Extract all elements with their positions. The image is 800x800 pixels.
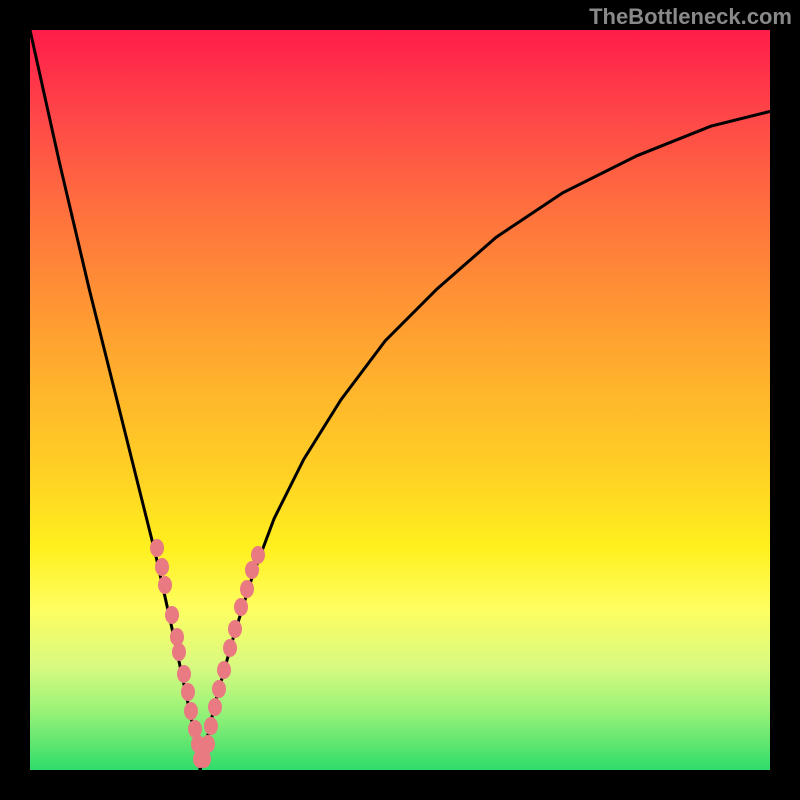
data-point (212, 680, 226, 698)
right-branch-curve (200, 111, 770, 770)
chart-frame: TheBottleneck.com (0, 0, 800, 800)
data-point (208, 698, 222, 716)
data-point (201, 735, 215, 753)
curve-layer (30, 30, 770, 770)
data-point (172, 643, 186, 661)
data-point (240, 580, 254, 598)
data-point (223, 639, 237, 657)
data-point (158, 576, 172, 594)
data-point (155, 558, 169, 576)
data-point (165, 606, 179, 624)
data-point (217, 661, 231, 679)
data-point (181, 683, 195, 701)
data-point (177, 665, 191, 683)
data-point (204, 717, 218, 735)
plot-area (30, 30, 770, 770)
data-point (184, 702, 198, 720)
data-point (150, 539, 164, 557)
data-point (251, 546, 265, 564)
data-point (228, 620, 242, 638)
data-point (234, 598, 248, 616)
watermark-text: TheBottleneck.com (589, 4, 792, 30)
